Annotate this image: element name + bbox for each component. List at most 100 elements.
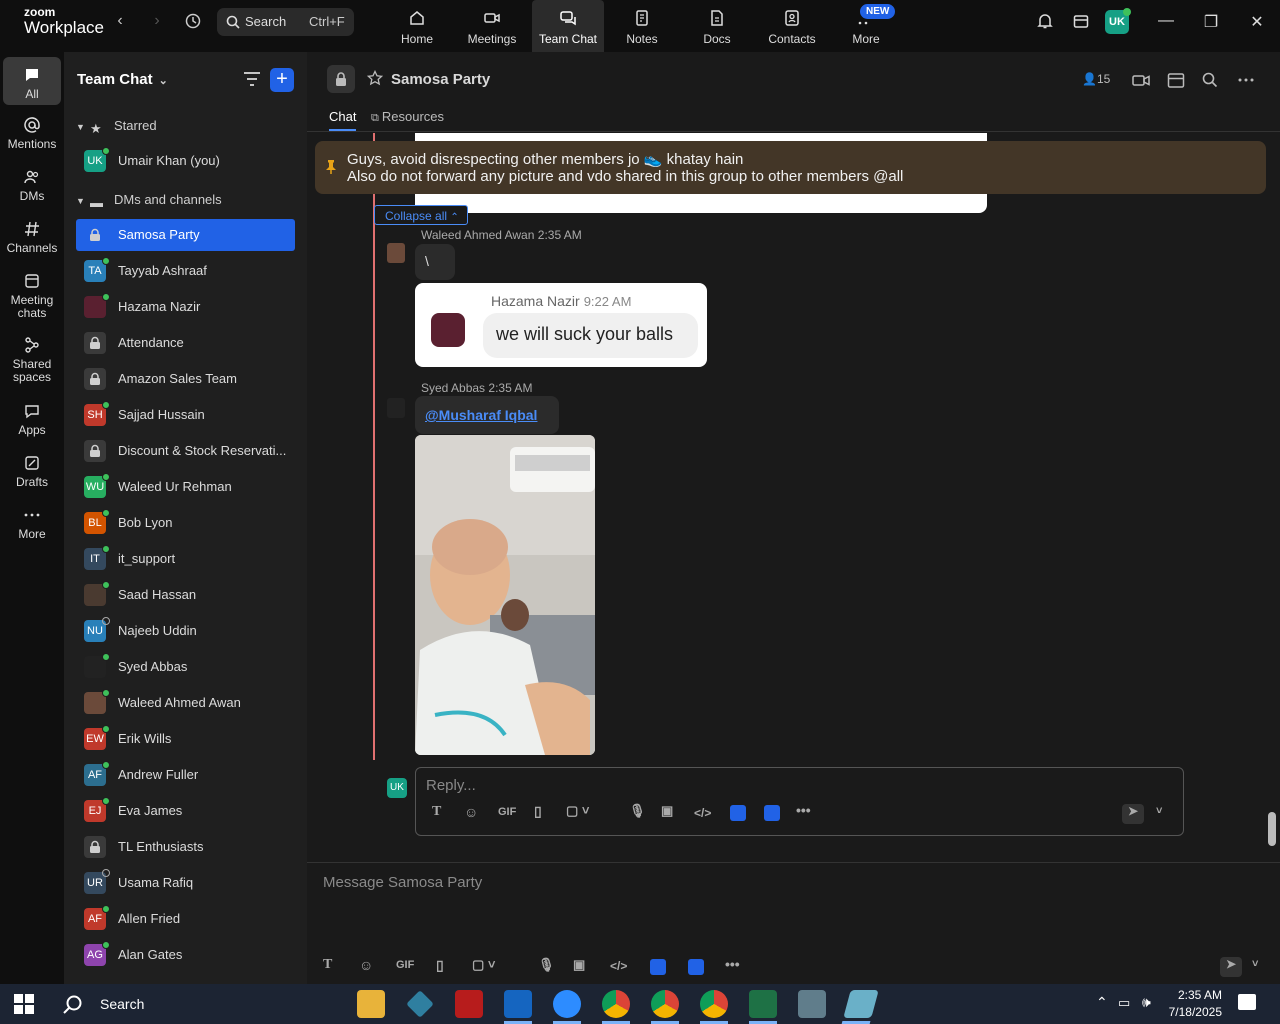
network-icon[interactable]: ▭ xyxy=(1118,995,1130,1011)
notepad-icon[interactable] xyxy=(843,990,879,1018)
star-icon[interactable] xyxy=(367,70,383,86)
tab-home[interactable]: Home xyxy=(381,0,453,52)
microphone-icon[interactable]: 🎙 xyxy=(538,957,555,973)
avatar[interactable] xyxy=(387,398,405,418)
file-icon[interactable]: ▯ xyxy=(436,957,444,973)
search-icon[interactable] xyxy=(1200,70,1220,90)
zoom-app-icon[interactable] xyxy=(688,959,704,975)
code-icon[interactable]: </> xyxy=(610,959,627,975)
mention-link[interactable]: @Musharaf Iqbal xyxy=(425,407,537,423)
send-icon[interactable]: ➤ xyxy=(1220,957,1242,977)
pinned-message-banner[interactable]: Guys, avoid disrespecting other members … xyxy=(315,141,1266,194)
screenshot-icon[interactable]: ▢ ˅ xyxy=(566,803,590,819)
close-icon[interactable]: ✕ xyxy=(1246,12,1268,34)
app-icon[interactable] xyxy=(730,805,746,821)
chrome-icon[interactable] xyxy=(602,990,630,1024)
sidebar-item[interactable]: EW Erik Wills xyxy=(76,723,295,755)
message-author[interactable]: Waleed Ahmed Awan xyxy=(421,228,534,242)
sidebar-item[interactable]: SH Sajjad Hussain xyxy=(76,399,295,431)
sidebar-item[interactable]: UK Umair Khan (you) xyxy=(76,145,295,177)
sidebar-item[interactable]: AF Andrew Fuller xyxy=(76,759,295,791)
quoted-message-card[interactable]: Hazama Nazir 9:22 AM we will suck your ba… xyxy=(415,283,707,367)
collapse-all-button[interactable]: Collapse all ⌃ xyxy=(374,205,468,225)
rail-meeting-chats[interactable]: Meeting chats xyxy=(0,272,64,320)
message-composer[interactable]: Message Samosa Party T ☺ GIF ▯ ▢ ˅ 🎙 ▣ <… xyxy=(307,862,1280,984)
more-options-icon[interactable]: ••• xyxy=(725,956,740,972)
sidebar-title[interactable]: Team Chat ⌄ xyxy=(77,71,168,88)
microphone-icon[interactable]: 🎙 xyxy=(629,803,646,819)
tab-meetings[interactable]: Meetings xyxy=(456,0,528,52)
more-options-icon[interactable]: ••• xyxy=(796,802,811,818)
tab-chat[interactable]: Chat xyxy=(329,109,357,131)
tab-contacts[interactable]: Contacts xyxy=(756,0,828,52)
rail-apps[interactable]: Apps xyxy=(0,402,64,437)
chrome-icon[interactable] xyxy=(651,990,679,1024)
sidebar-item[interactable]: UR Usama Rafiq xyxy=(76,867,295,899)
sidebar-item[interactable]: Saad Hassan xyxy=(76,579,295,611)
message-bubble[interactable]: \ xyxy=(415,244,455,280)
calendar-icon[interactable] xyxy=(1166,70,1186,90)
sidebar-item[interactable]: Discount & Stock Reservati... xyxy=(76,435,295,467)
history-icon[interactable] xyxy=(183,12,203,32)
file-explorer-icon[interactable] xyxy=(357,990,385,1018)
filter-icon[interactable] xyxy=(242,70,262,88)
channel-title[interactable]: Samosa Party xyxy=(391,71,490,88)
app-icon[interactable] xyxy=(650,959,666,975)
tab-docs[interactable]: Docs xyxy=(681,0,753,52)
sidebar-item[interactable]: BL Bob Lyon xyxy=(76,507,295,539)
restore-icon[interactable]: ❐ xyxy=(1200,12,1222,34)
outlook-icon[interactable] xyxy=(504,990,532,1024)
rail-mentions[interactable]: Mentions xyxy=(0,116,64,151)
emoji-icon[interactable]: ☺ xyxy=(464,804,478,820)
rail-all[interactable]: All xyxy=(3,57,61,105)
reply-input[interactable]: Reply... T ☺ GIF ▯ ▢ ˅ 🎙 ▣ </> ••• ➤ ˅ xyxy=(415,767,1184,836)
chrome-icon[interactable] xyxy=(700,990,728,1024)
more-options-icon[interactable] xyxy=(1236,70,1256,90)
sidebar-item[interactable]: NU Najeeb Uddin xyxy=(76,615,295,647)
gif-button[interactable]: GIF xyxy=(498,806,516,822)
sidebar-item[interactable]: IT it_support xyxy=(76,543,295,575)
section-starred[interactable]: ▼ ★ Starred xyxy=(76,118,157,137)
sidebar-item[interactable]: AF Allen Fried xyxy=(76,903,295,935)
volume-icon[interactable]: 🕪 xyxy=(1142,994,1151,1011)
sidebar-item[interactable]: Syed Abbas xyxy=(76,651,295,683)
scrollbar[interactable] xyxy=(1268,812,1276,846)
sidebar-item[interactable]: EJ Eva James xyxy=(76,795,295,827)
sidebar-item[interactable]: TA Tayyab Ashraaf xyxy=(76,255,295,287)
rail-shared-spaces[interactable]: Shared spaces xyxy=(0,336,64,384)
sidebar-item[interactable]: Attendance xyxy=(76,327,295,359)
rail-more[interactable]: More xyxy=(0,506,64,541)
sidebar-item[interactable]: TL Enthusiasts xyxy=(76,831,295,863)
sidebar-item[interactable]: Amazon Sales Team xyxy=(76,363,295,395)
add-button[interactable]: + xyxy=(270,68,294,92)
bell-icon[interactable] xyxy=(1034,12,1056,34)
sidebar-item[interactable]: Hazama Nazir xyxy=(76,291,295,323)
chevron-down-icon[interactable]: ˅ xyxy=(1156,805,1162,821)
section-dms[interactable]: ▼ ▬ DMs and channels xyxy=(76,192,222,210)
send-icon[interactable]: ➤ xyxy=(1122,804,1144,824)
tab-resources[interactable]: ⧉ Resources xyxy=(371,109,444,125)
code-icon[interactable]: </> xyxy=(694,806,711,822)
text-format-icon[interactable]: T xyxy=(323,957,332,973)
rail-dms[interactable]: DMs xyxy=(0,168,64,203)
text-format-icon[interactable]: T xyxy=(432,804,441,820)
taskbar-clock[interactable]: 2:35 AM 7/18/2025 xyxy=(1160,987,1222,1021)
rail-channels[interactable]: Channels xyxy=(0,220,64,255)
avatar[interactable] xyxy=(387,243,405,263)
member-count[interactable]: 👤15 xyxy=(1082,72,1110,86)
video-message-icon[interactable]: ▣ xyxy=(573,957,585,973)
calendar-icon[interactable] xyxy=(1070,12,1092,34)
zoom-icon[interactable] xyxy=(553,990,581,1024)
rail-drafts[interactable]: Drafts xyxy=(0,454,64,489)
screenshot-icon[interactable]: ▢ ˅ xyxy=(472,957,496,973)
app-icon[interactable] xyxy=(406,990,434,1018)
sidebar-item[interactable]: Waleed Ahmed Awan xyxy=(76,687,295,719)
forward-arrow-icon[interactable]: › xyxy=(147,12,167,32)
calculator-icon[interactable] xyxy=(798,990,826,1018)
message-author[interactable]: Syed Abbas xyxy=(421,381,485,395)
gif-button[interactable]: GIF xyxy=(396,959,414,975)
chevron-down-icon[interactable]: ˅ xyxy=(1252,958,1258,974)
video-icon[interactable] xyxy=(1131,70,1151,90)
windows-start-icon[interactable] xyxy=(14,994,34,1014)
excel-icon[interactable] xyxy=(749,990,777,1024)
